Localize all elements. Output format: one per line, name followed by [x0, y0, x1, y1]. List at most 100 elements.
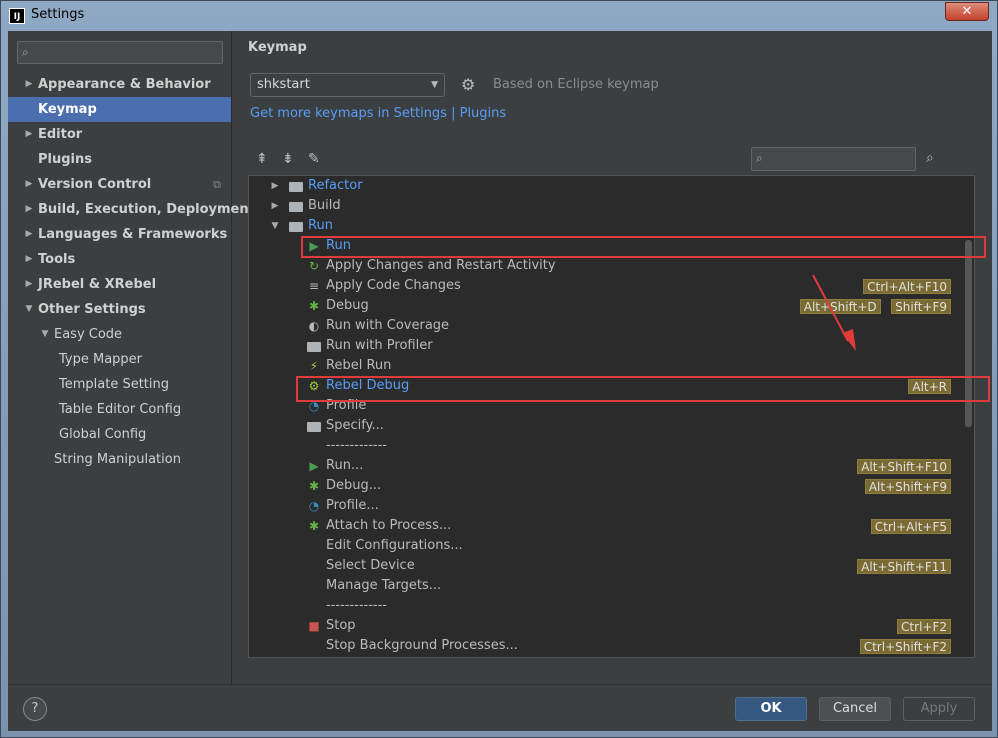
sidebar-item-other-settings[interactable]: ▼ Other Settings: [8, 297, 231, 322]
collapse-all-icon[interactable]: ⇟: [282, 151, 294, 167]
sidebar-item-version-control[interactable]: ▶ Version Control ⧉: [8, 172, 231, 197]
tree-row[interactable]: ▶ Run... Alt+Shift+F10: [249, 456, 964, 476]
shortcut-badge: Ctrl+Alt+F5: [870, 519, 951, 534]
tree-row[interactable]: Select Device Alt+Shift+F11: [249, 556, 964, 576]
sidebar-item-label: JRebel & XRebel: [38, 277, 157, 292]
collapsed-arrow-icon[interactable]: ▶: [23, 222, 35, 247]
tree-row[interactable]: ✱ Attach to Process... Ctrl+Alt+F5: [249, 516, 964, 536]
sidebar-item-label: Appearance & Behavior: [38, 77, 211, 92]
collapsed-arrow-icon[interactable]: ▶: [269, 176, 281, 196]
search-icon: ⌕: [22, 45, 29, 59]
sidebar-item-tools[interactable]: ▶ Tools: [8, 247, 231, 272]
expand-all-icon[interactable]: ⇞: [256, 151, 268, 167]
plugins-link[interactable]: Get more keymaps in Settings | Plugins: [250, 106, 506, 121]
tree-row-label: Profile...: [326, 498, 379, 513]
sidebar-item-type-mapper[interactable]: Type Mapper: [8, 347, 231, 372]
folder-icon: [288, 196, 304, 216]
tree-row[interactable]: ▶ Build: [249, 196, 964, 216]
tree-row[interactable]: ◔ Profile...: [249, 496, 964, 516]
sidebar-item-global-config[interactable]: Global Config: [8, 422, 231, 447]
keymap-search-input[interactable]: ⌕: [751, 147, 916, 171]
sidebar-item-label: Easy Code: [54, 327, 123, 342]
find-by-shortcut-icon[interactable]: ⌕: [926, 150, 934, 166]
sidebar-item-keymap[interactable]: Keymap: [8, 97, 231, 122]
sidebar-item-string-manipulation[interactable]: String Manipulation: [8, 447, 231, 472]
rebel-run-icon: ⚡: [309, 359, 319, 373]
sidebar-item-editor[interactable]: ▶ Editor: [8, 122, 231, 147]
tree-row[interactable]: Stop Background Processes... Ctrl+Shift+F…: [249, 636, 964, 656]
dialog-client: ⌕ ▶ Appearance & Behavior Keymap ▶ Editor Plu…: [8, 31, 992, 731]
tree-row-label: Debug...: [326, 478, 382, 493]
sidebar-item-label: Languages & Frameworks: [38, 227, 228, 242]
shortcut-badge: Alt+Shift+F10: [857, 459, 951, 474]
window-title: Settings: [31, 7, 85, 22]
tree-row-label: -------------: [326, 438, 387, 453]
sidebar-item-label: Editor: [38, 127, 83, 142]
search-icon: ⌕: [756, 151, 763, 165]
collapsed-arrow-icon[interactable]: ▶: [23, 247, 35, 272]
sidebar-item-label: Type Mapper: [59, 352, 143, 367]
tree-row[interactable]: -------------: [249, 436, 964, 456]
sidebar-item-easy-code[interactable]: ▼ Easy Code: [8, 322, 231, 347]
expanded-arrow-icon[interactable]: ▼: [39, 322, 51, 347]
tree-row[interactable]: ■ Stop Ctrl+F2: [249, 616, 964, 636]
settings-sidebar: ⌕ ▶ Appearance & Behavior Keymap ▶ Editor Plu…: [8, 31, 255, 684]
expanded-arrow-icon[interactable]: ▼: [269, 216, 281, 236]
sidebar-item-label: Other Settings: [38, 302, 146, 317]
keymap-dropdown[interactable]: shkstart ▼: [250, 73, 445, 97]
sidebar-item-table-editor-config[interactable]: Table Editor Config: [8, 397, 231, 422]
tree-row[interactable]: Edit Configurations...: [249, 536, 964, 556]
tree-row[interactable]: -------------: [249, 596, 964, 616]
settings-window: IJ Settings ✕ ⌕ ▶ Appearance & Behavior Ke…: [0, 0, 998, 738]
highlight-rebel-debug: [296, 376, 990, 402]
sidebar-item-build[interactable]: ▶ Build, Execution, Deployment: [8, 197, 255, 222]
tree-row[interactable]: ✱ Debug... Alt+Shift+F9: [249, 476, 964, 496]
tree-row[interactable]: ▶ Refactor: [249, 176, 964, 196]
tree-row[interactable]: ⚡ Rebel Run: [249, 356, 964, 376]
sidebar-item-appearance[interactable]: ▶ Appearance & Behavior: [8, 72, 231, 97]
sidebar-item-label: Global Config: [59, 427, 147, 442]
collapsed-arrow-icon[interactable]: ▶: [23, 122, 35, 147]
sidebar-item-label: String Manipulation: [54, 452, 181, 467]
tree-row-label: Manage Targets...: [326, 578, 442, 593]
tree-row-label: Rebel Run: [326, 358, 392, 373]
expanded-arrow-icon[interactable]: ▼: [23, 297, 35, 322]
profile-icon: ◔: [308, 499, 320, 513]
apply-button[interactable]: Apply: [903, 697, 975, 721]
tree-row-label: Stop Background Processes...: [326, 638, 518, 653]
project-level-icon: ⧉: [213, 178, 221, 191]
close-button[interactable]: ✕: [945, 2, 989, 21]
dialog-footer: ? OK Cancel Apply: [8, 684, 992, 731]
apply-changes-icon: ↻: [308, 259, 320, 273]
tree-row-label: Run...: [326, 458, 364, 473]
gear-icon[interactable]: ⚙: [461, 75, 475, 94]
ok-button[interactable]: OK: [735, 697, 807, 721]
shortcut-badge: Alt+Shift+F9: [864, 479, 951, 494]
tree-row[interactable]: Specify...: [249, 416, 964, 436]
sidebar-item-template-setting[interactable]: Template Setting: [8, 372, 231, 397]
sidebar-item-plugins[interactable]: Plugins: [8, 147, 231, 172]
tree-row-label: Build: [308, 198, 341, 213]
settings-search-input[interactable]: ⌕: [17, 41, 223, 64]
run-icon: ▶: [309, 459, 319, 473]
collapsed-arrow-icon[interactable]: ▶: [23, 272, 35, 297]
edit-pencil-icon[interactable]: ✎: [308, 151, 320, 167]
collapsed-arrow-icon[interactable]: ▶: [23, 172, 35, 197]
cancel-button[interactable]: Cancel: [819, 697, 891, 721]
tree-row[interactable]: ▼ Run: [249, 216, 964, 236]
collapsed-arrow-icon[interactable]: ▶: [23, 72, 35, 97]
collapsed-arrow-icon[interactable]: ▶: [269, 196, 281, 216]
sidebar-item-jrebel[interactable]: ▶ JRebel & XRebel: [8, 272, 231, 297]
tree-row[interactable]: Manage Targets...: [249, 576, 964, 596]
tree-row-label: Debug: [326, 298, 369, 313]
debug-icon: ✱: [308, 479, 320, 493]
help-button[interactable]: ?: [23, 697, 47, 721]
sidebar-item-label: Keymap: [38, 102, 97, 117]
sidebar-item-languages[interactable]: ▶ Languages & Frameworks: [8, 222, 231, 247]
tree-row-label: Attach to Process...: [326, 518, 452, 533]
shortcut-badge: Alt+Shift+F11: [857, 559, 951, 574]
collapsed-arrow-icon[interactable]: ▶: [23, 197, 35, 222]
tree-row-label: Run with Coverage: [326, 318, 450, 333]
tree-row-label: Edit Configurations...: [326, 538, 463, 553]
shortcut-badge: Shift+F9: [891, 299, 951, 314]
